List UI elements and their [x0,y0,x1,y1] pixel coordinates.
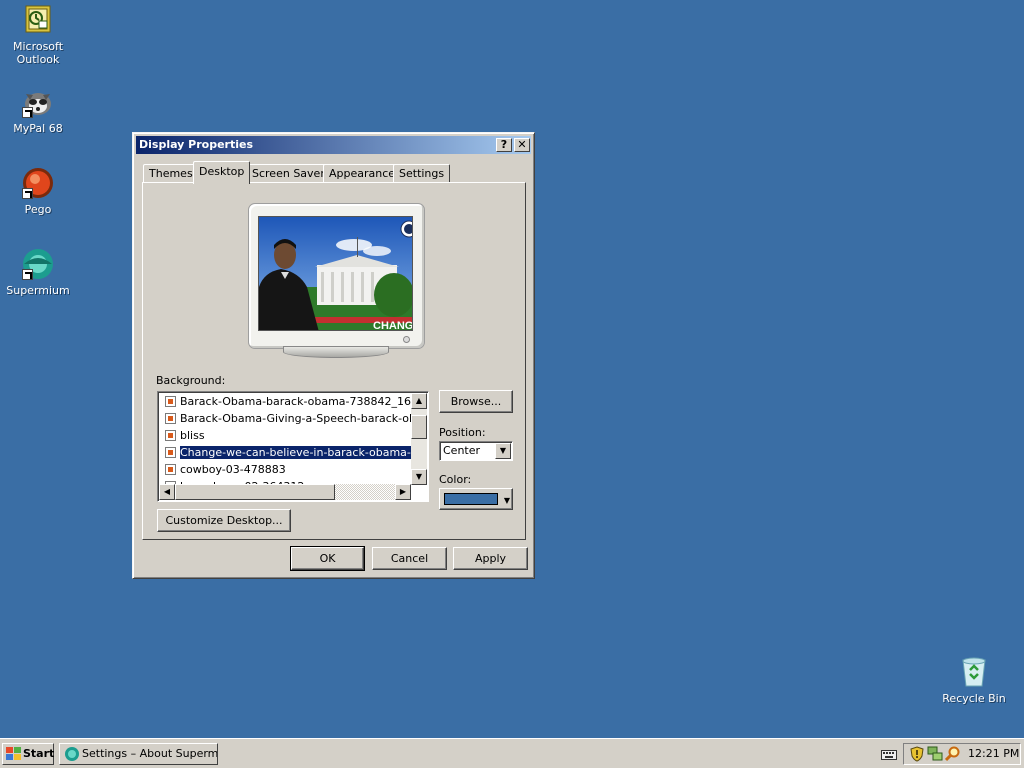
desktop-icon-label: Recycle Bin [942,692,1006,705]
vertical-scrollbar[interactable]: ▲ ▼ [411,393,427,485]
start-button[interactable]: Start [2,743,54,765]
ok-button[interactable]: OK [290,546,365,571]
desktop-icon-mypal[interactable]: MyPal 68 [0,86,76,135]
title-bar[interactable]: Display Properties ? ✕ [136,136,531,154]
tab-settings[interactable]: Settings [393,164,451,183]
security-shield-icon[interactable] [909,746,925,765]
list-item[interactable]: cowboy-03-478883 [161,461,411,478]
list-item[interactable]: bliss [161,427,411,444]
shortcut-arrow-icon [22,107,33,118]
scroll-right-button[interactable]: ▶ [395,484,411,500]
position-select[interactable]: Center ▼ [439,441,513,461]
taskbar: Start Settings – About Superm... 12:21 P… [0,738,1024,768]
windows-logo-icon [6,747,21,768]
tab-appearance[interactable]: Appearance [323,164,402,183]
color-swatch [444,493,498,505]
desktop-icon-label: Microsoft Outlook [12,40,64,66]
list-item[interactable]: Barack-Obama-Giving-a-Speech-barack-obam… [161,410,411,427]
pego-icon [22,167,54,199]
recycle-bin-icon [958,656,990,688]
desktop-icon-recycle-bin[interactable]: Recycle Bin [936,656,1012,705]
preview-text: CHANG [373,320,413,331]
wallpaper-preview: CHANG [258,216,413,331]
color-label: Color: [439,473,472,486]
network-icon[interactable] [927,746,943,765]
cancel-button[interactable]: Cancel [372,547,447,570]
help-button[interactable]: ? [496,138,512,152]
tab-desktop[interactable]: Desktop [193,161,251,184]
keyboard-icon[interactable] [881,748,897,763]
apply-button[interactable]: Apply [453,547,528,570]
scroll-up-button[interactable]: ▲ [411,393,427,409]
position-value: Center [443,444,481,457]
supermium-icon [64,746,80,764]
horizontal-scrollbar[interactable]: ◀ ▶ [159,484,411,500]
image-file-icon [165,430,176,441]
image-file-icon [165,447,176,458]
image-file-icon [165,396,176,407]
monitor-stand [283,346,389,358]
system-tray: 12:21 PM [903,743,1021,765]
desktop-icon-label: MyPal 68 [13,122,63,135]
tab-screen-saver[interactable]: Screen Saver [246,164,331,183]
background-label: Background: [156,374,226,387]
desktop-icon-supermium[interactable]: Supermium [0,248,76,297]
display-properties-window: Display Properties ? ✕ Themes Desktop Sc… [132,132,535,579]
shortcut-arrow-icon [22,269,33,280]
desktop-icon-outlook[interactable]: Microsoft Outlook [0,4,76,66]
clock[interactable]: 12:21 PM [968,747,1019,760]
browse-button[interactable]: Browse... [439,390,513,413]
desktop-icon-label: Supermium [6,284,70,297]
power-button-icon [403,336,410,343]
vertical-scroll-thumb[interactable] [411,415,427,439]
color-picker-button[interactable]: ▼ [439,488,513,510]
scroll-down-button[interactable]: ▼ [411,469,427,485]
outlook-icon [22,4,54,36]
start-label: Start [23,747,55,760]
desktop-icon-pego[interactable]: Pego [0,167,76,216]
search-icon[interactable] [944,746,961,765]
monitor-preview: CHANG [248,203,425,349]
horizontal-scroll-thumb[interactable] [175,484,335,500]
background-listbox[interactable]: Barack-Obama-barack-obama-738842_1600_12… [157,391,429,502]
mypal-icon [22,86,54,118]
chevron-down-icon[interactable]: ▼ [495,443,511,459]
window-title: Display Properties [139,138,254,151]
taskbar-button-label: Settings – About Superm... [82,747,218,760]
chevron-down-icon: ▼ [503,496,510,505]
position-label: Position: [439,426,486,439]
supermium-icon [22,248,54,280]
image-file-icon [165,413,176,424]
shortcut-arrow-icon [22,188,33,199]
list-item[interactable]: Barack-Obama-barack-obama-738842_1600_12… [161,393,411,410]
close-button[interactable]: ✕ [514,138,530,152]
taskbar-button-settings[interactable]: Settings – About Superm... [59,743,218,765]
customize-desktop-button[interactable]: Customize Desktop... [157,509,291,532]
image-file-icon [165,464,176,475]
list-item-selected[interactable]: Change-we-can-believe-in-barack-obama-27… [161,444,411,461]
desktop-tab-panel: CHANG Background: Barack-Obama-barack-ob… [142,182,526,540]
scroll-left-button[interactable]: ◀ [159,484,175,500]
desktop-icon-label: Pego [24,203,52,216]
tab-themes[interactable]: Themes [143,164,199,183]
